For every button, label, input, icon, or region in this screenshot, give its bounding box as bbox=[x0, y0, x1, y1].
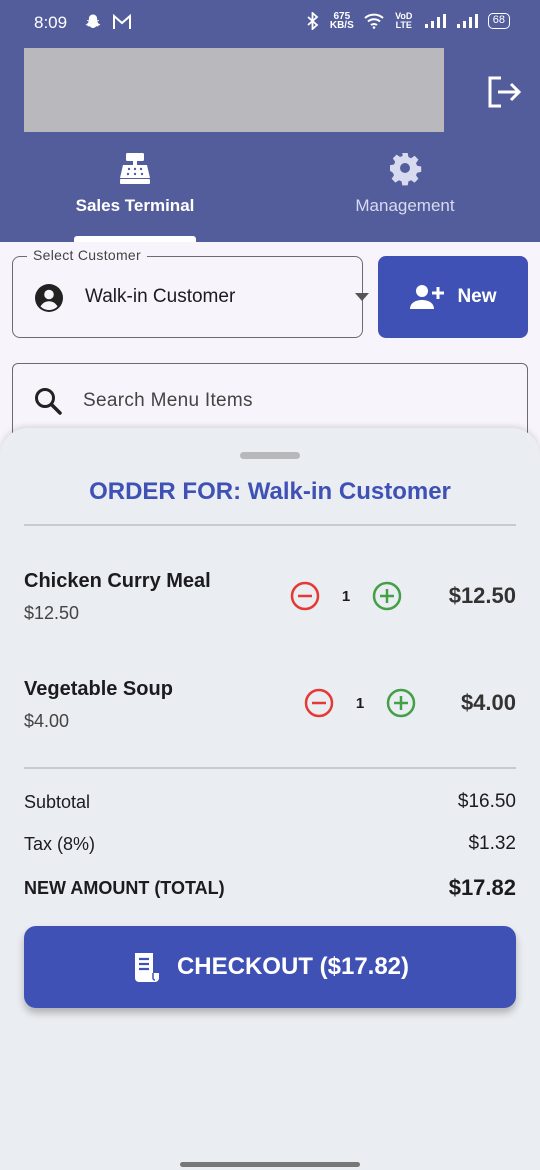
item-unit-price: $12.50 bbox=[24, 603, 80, 623]
checkout-button[interactable]: CHECKOUT ($17.82) bbox=[24, 926, 516, 1008]
subtotal-label: Subtotal bbox=[24, 792, 91, 812]
app-header: 8:09 675 KB/S VoD LTE 68 Sales Terminal … bbox=[0, 0, 540, 242]
item-quantity: 1 bbox=[355, 695, 365, 712]
customer-select-value: Walk-in Customer bbox=[85, 286, 236, 307]
new-customer-button[interactable]: New bbox=[378, 256, 528, 338]
divider bbox=[24, 767, 516, 769]
new-customer-button-label: New bbox=[457, 286, 497, 307]
account-circle-icon bbox=[35, 284, 63, 312]
redacted-banner bbox=[24, 48, 444, 132]
tab-management[interactable]: Management bbox=[270, 150, 540, 216]
minus-circle-icon[interactable] bbox=[290, 581, 320, 611]
tax-value: $1.32 bbox=[468, 833, 516, 854]
receipt-icon bbox=[134, 953, 159, 982]
gmail-icon bbox=[113, 14, 131, 29]
tab-label: Sales Terminal bbox=[75, 196, 195, 215]
divider bbox=[24, 524, 516, 526]
tax-label: Tax (8%) bbox=[24, 834, 96, 854]
person-add-icon bbox=[410, 285, 445, 309]
item-unit-price: $4.00 bbox=[24, 711, 70, 731]
search-icon bbox=[35, 388, 62, 415]
tab-sales-terminal[interactable]: Sales Terminal bbox=[0, 150, 270, 216]
total-label: NEW AMOUNT (TOTAL) bbox=[24, 878, 225, 898]
item-line-total: $12.50 bbox=[448, 583, 516, 608]
network-type: VoD LTE bbox=[395, 11, 413, 30]
chevron-down-icon[interactable] bbox=[355, 293, 369, 301]
checkout-button-label: CHECKOUT ($17.82) bbox=[176, 953, 410, 980]
battery-indicator: 68 bbox=[487, 13, 510, 29]
item-name: Chicken Curry Meal bbox=[24, 570, 211, 592]
order-title: ORDER FOR: Walk-in Customer bbox=[89, 478, 451, 505]
status-bar: 8:09 675 KB/S VoD LTE 68 bbox=[0, 0, 540, 46]
drag-handle[interactable] bbox=[240, 452, 300, 459]
network-speed-unit: KB/S bbox=[329, 20, 354, 31]
minus-circle-icon[interactable] bbox=[304, 688, 334, 718]
signal-icon bbox=[424, 14, 446, 28]
search-input[interactable] bbox=[83, 384, 503, 418]
customer-select[interactable]: Select Customer Walk-in Customer bbox=[12, 247, 369, 338]
item-quantity: 1 bbox=[341, 588, 351, 605]
item-line-total: $4.00 bbox=[460, 690, 516, 715]
tab-label: Management bbox=[355, 196, 455, 215]
cash-register-icon bbox=[120, 153, 150, 184]
logout-icon[interactable] bbox=[484, 72, 524, 112]
status-time: 8:09 bbox=[34, 13, 68, 32]
customer-select-label: Select Customer bbox=[27, 247, 147, 263]
gear-icon bbox=[390, 153, 422, 186]
plus-circle-icon[interactable] bbox=[372, 581, 402, 611]
active-tab-indicator bbox=[74, 236, 196, 242]
total-value: $17.82 bbox=[448, 875, 516, 900]
plus-circle-icon[interactable] bbox=[386, 688, 416, 718]
bluetooth-icon bbox=[307, 12, 319, 30]
snapchat-icon bbox=[85, 14, 101, 28]
signal-icon-2 bbox=[456, 14, 478, 28]
home-indicator[interactable] bbox=[180, 1162, 360, 1167]
wifi-icon bbox=[364, 13, 384, 29]
item-name: Vegetable Soup bbox=[24, 678, 173, 700]
order-bottom-sheet: ORDER FOR: Walk-in Customer Chicken Curr… bbox=[0, 428, 540, 1170]
subtotal-value: $16.50 bbox=[457, 791, 516, 812]
